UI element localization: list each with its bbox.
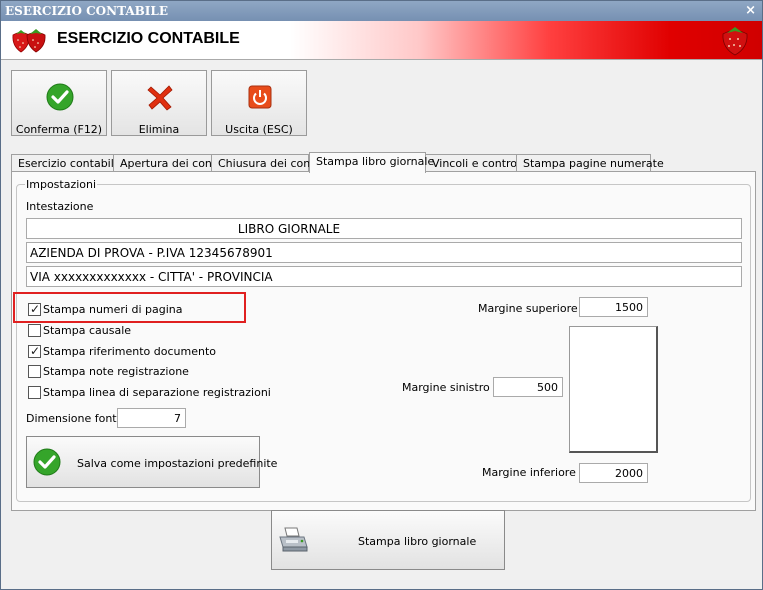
print-journal-button[interactable]: Stampa libro giornale — [271, 510, 505, 570]
font-size-label: Dimensione font : — [26, 412, 124, 425]
tab-chiusura-conti[interactable]: Chiusura dei conti — [211, 154, 318, 171]
print-journal-label: Stampa libro giornale — [358, 535, 477, 548]
causale-label: Stampa causale — [43, 324, 132, 337]
header-line-2-field[interactable]: AZIENDA DI PROVA - P.IVA 12345678901 — [26, 242, 742, 263]
group-legend: Impostazioni — [25, 178, 98, 191]
margin-top-label: Margine superiore : — [478, 302, 585, 315]
highlight-box — [13, 292, 246, 323]
header-label: Intestazione — [26, 200, 94, 213]
exit-label: Uscita (ESC) — [225, 123, 293, 136]
margin-bottom-label: Margine inferiore : — [482, 466, 584, 479]
page-preview — [569, 326, 658, 453]
separator-line-checkbox[interactable] — [28, 386, 41, 399]
delete-button[interactable]: Elimina — [111, 70, 207, 136]
tab-esercizio-contabile[interactable]: Esercizio contabile — [11, 154, 121, 171]
strawberry-icon — [722, 27, 748, 56]
strawberry-icon — [12, 29, 46, 53]
save-defaults-button[interactable]: Salva come impostazioni predefinite — [26, 436, 277, 488]
notes-checkbox[interactable] — [28, 365, 41, 378]
font-size-input[interactable]: 7 — [117, 408, 186, 428]
title-bar: ESERCIZIO CONTABILE × — [1, 1, 762, 21]
checkmark-icon: ✓ — [30, 344, 41, 358]
power-icon — [248, 85, 272, 109]
save-defaults-label: Salva come impostazioni predefinite — [77, 457, 278, 470]
tab-stampa-libro-giornale[interactable]: Stampa libro giornale — [309, 152, 434, 173]
header-line-3-field[interactable]: VIA xxxxxxxxxxxxx - CITTA' - PROVINCIA — [26, 266, 742, 287]
check-icon — [33, 448, 61, 476]
notes-label: Stampa note registrazione — [43, 365, 189, 378]
banner-title: ESERCIZIO CONTABILE — [57, 30, 240, 47]
tab-stampa-pagine-numerate[interactable]: Stampa pagine numerate — [516, 154, 664, 171]
confirm-button[interactable]: Conferma (F12) — [11, 70, 107, 136]
printer-icon — [279, 527, 308, 552]
tab-apertura-conti[interactable]: Apertura dei conti — [113, 154, 219, 171]
header-line-1-field[interactable]: LIBRO GIORNALE — [26, 218, 742, 239]
confirm-label: Conferma (F12) — [15, 123, 103, 136]
close-icon[interactable]: × — [745, 3, 756, 18]
separator-line-label: Stampa linea di separazione registrazion… — [43, 386, 271, 399]
window: ESERCIZIO CONTABILE × ESERCIZIO CONTABIL… — [0, 0, 763, 590]
window-title: ESERCIZIO CONTABILE — [5, 4, 168, 18]
exit-button[interactable]: Uscita (ESC) — [211, 70, 307, 136]
margin-top-input[interactable]: 1500 — [579, 297, 648, 317]
margin-left-input[interactable]: 500 — [493, 377, 563, 397]
doc-reference-checkbox[interactable]: ✓ — [28, 344, 41, 358]
delete-x-icon — [147, 85, 173, 111]
check-icon — [46, 83, 74, 111]
margin-left-label: Margine sinistro : — [402, 381, 497, 394]
doc-reference-label: Stampa riferimento documento — [43, 345, 216, 358]
delete-label: Elimina — [138, 123, 180, 136]
margin-bottom-input[interactable]: 2000 — [579, 463, 648, 483]
tab-vincoli-controlli[interactable]: Vincoli e controlli — [425, 154, 526, 171]
header-banner: ESERCIZIO CONTABILE — [1, 21, 762, 60]
causale-checkbox[interactable] — [28, 324, 41, 337]
